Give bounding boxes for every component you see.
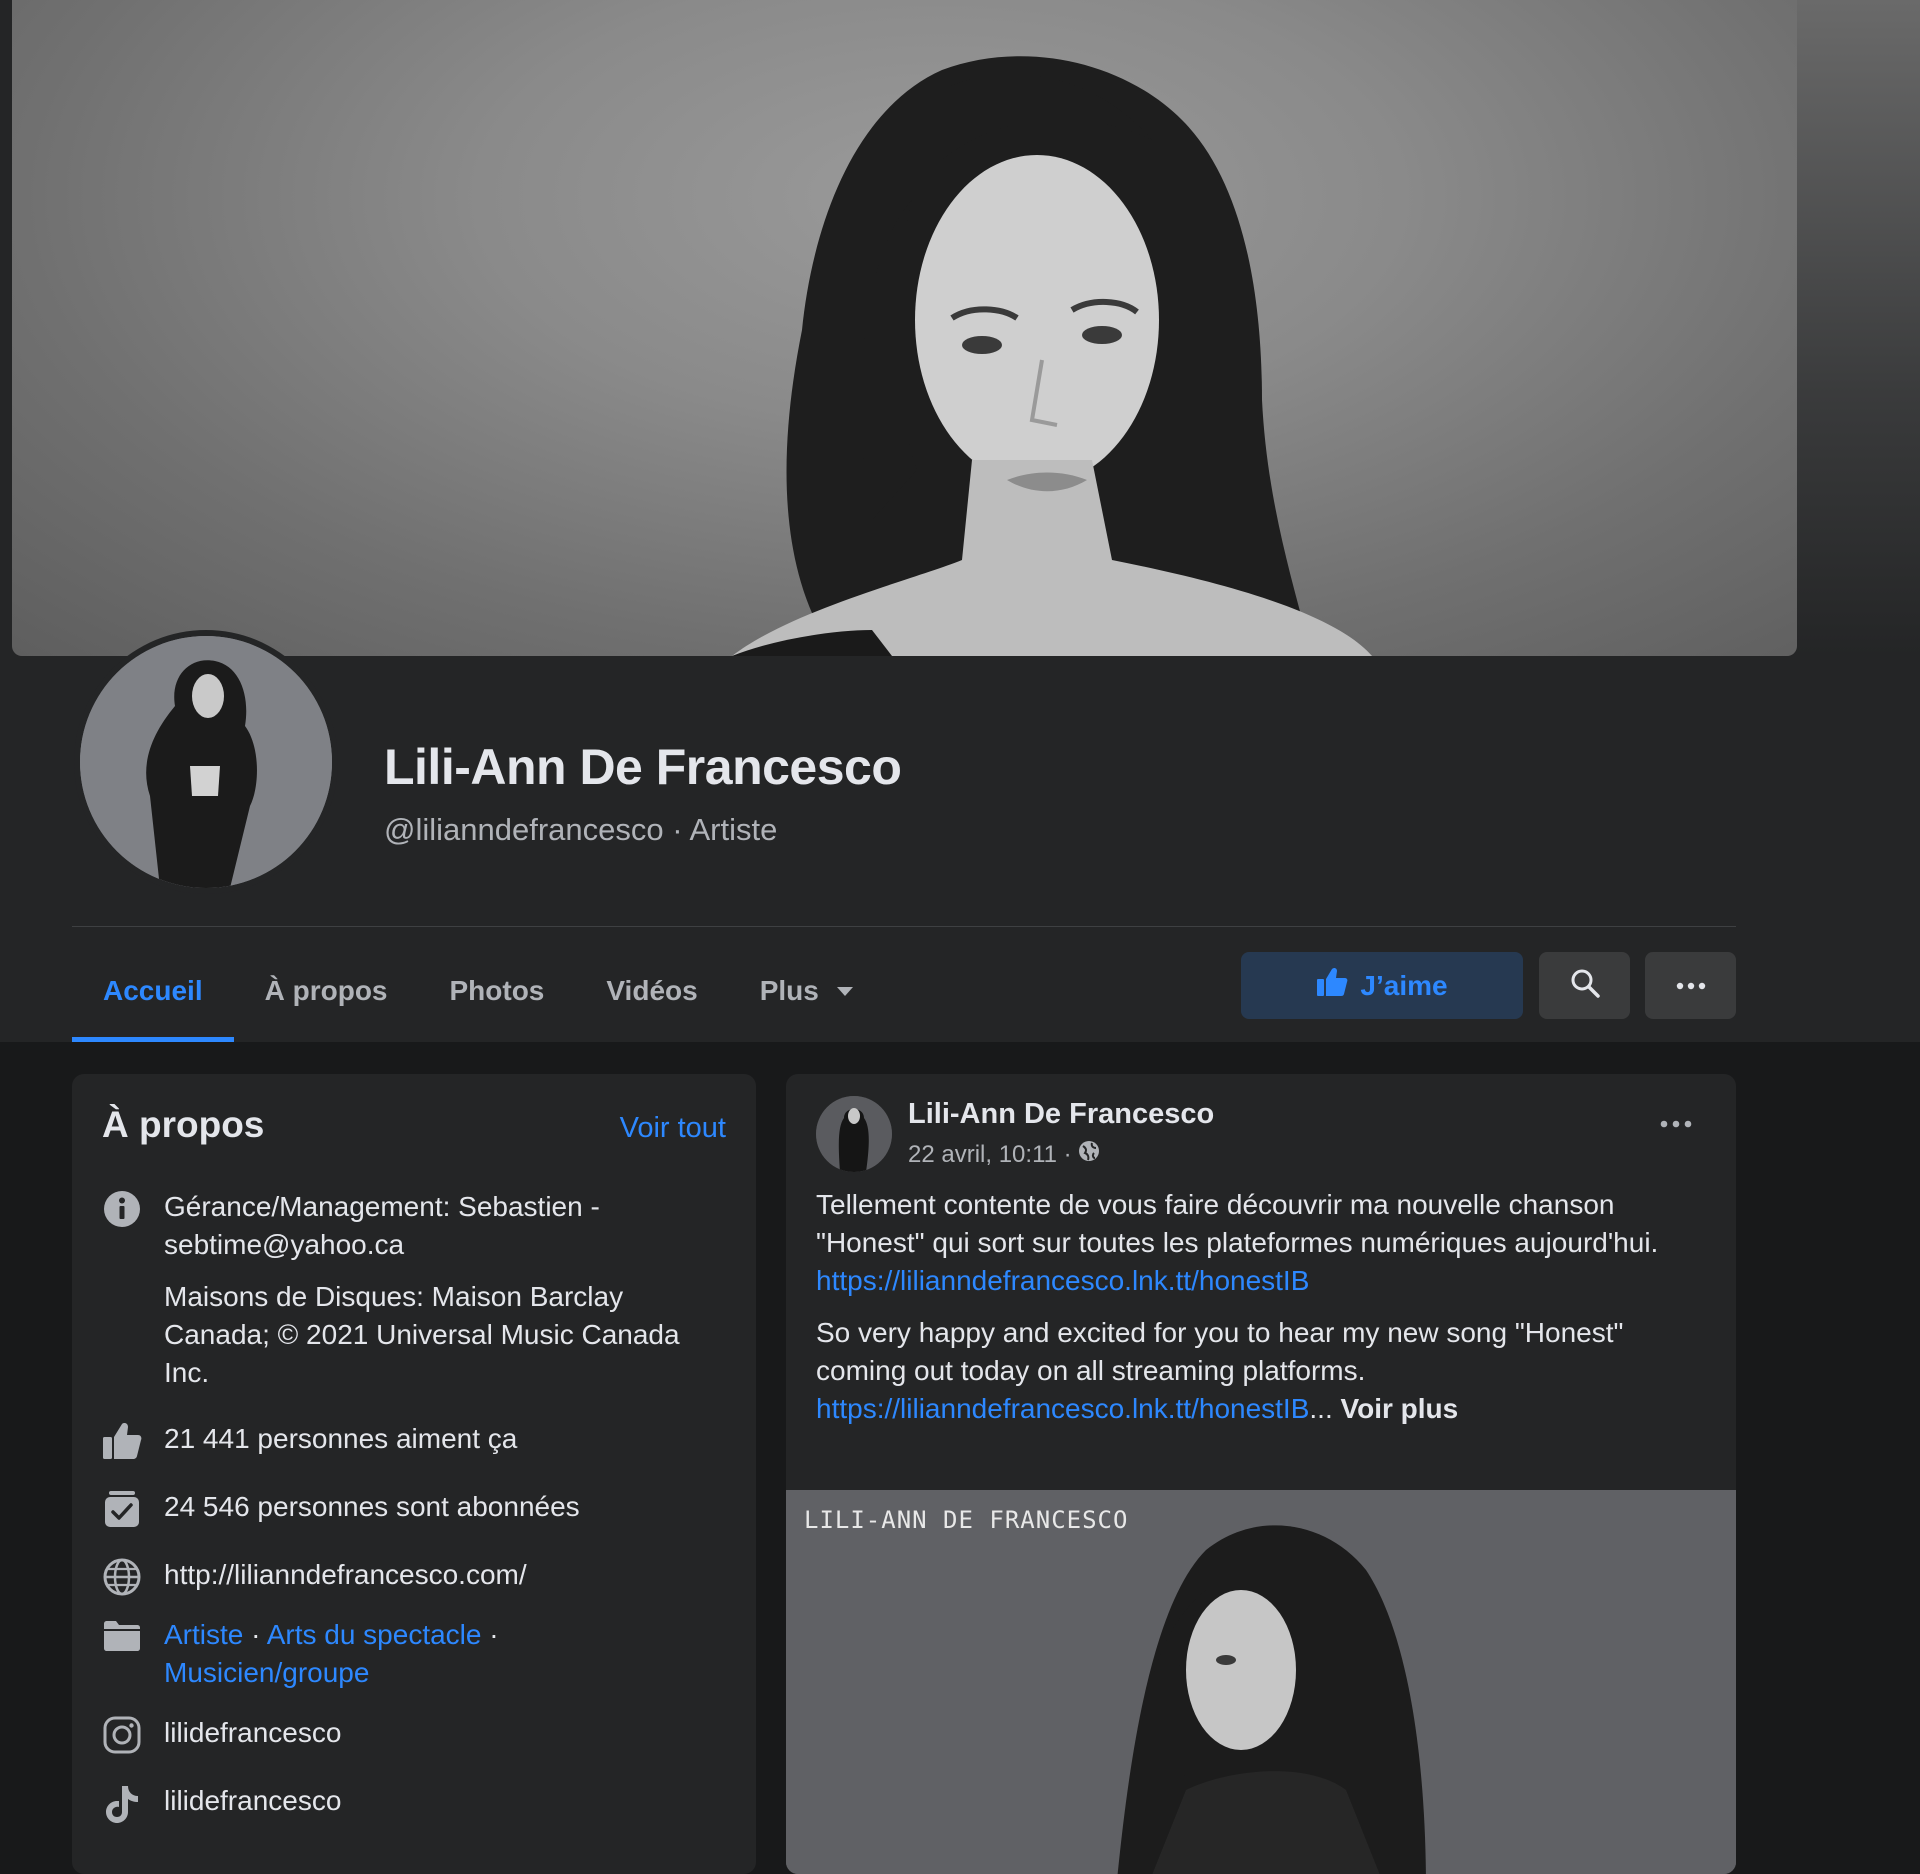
post-image[interactable]: LILI-ANN DE FRANCESCO — [786, 1490, 1736, 1874]
like-label: J’aime — [1360, 969, 1448, 1001]
cover-portrait — [732, 56, 1372, 656]
page-handle: @lilianndefrancesco · Artiste — [384, 812, 778, 847]
folder-icon — [102, 1616, 142, 1656]
post-card: Lili-Ann De Francesco 22 avril, 10:11 · … — [786, 1074, 1736, 1874]
category-list: Artiste · Arts du spectacle · Musicien/g… — [164, 1616, 499, 1692]
category-separator: · — [481, 1619, 499, 1650]
category-artiste[interactable]: Artiste — [164, 1619, 243, 1650]
post-meta: 22 avril, 10:11 · — [908, 1140, 1100, 1169]
tab-label: Vidéos — [606, 975, 698, 1006]
search-icon — [1570, 968, 1600, 1003]
about-website-row: http://lilianndefrancesco.com/ — [102, 1556, 722, 1596]
instagram-icon — [102, 1714, 142, 1754]
tab-label: Photos — [449, 975, 545, 1006]
thumbs-up-icon — [102, 1420, 142, 1460]
like-button[interactable]: J’aime — [1241, 952, 1523, 1019]
cover-photo[interactable] — [12, 0, 1797, 656]
more-horizontal-icon — [1676, 977, 1706, 995]
management-text: Gérance/Management: Sebastien - sebtime@… — [164, 1191, 600, 1260]
instagram-link[interactable]: lilidefrancesco — [164, 1714, 341, 1754]
website-link[interactable]: http://lilianndefrancesco.com/ — [164, 1556, 527, 1596]
tiktok-link[interactable]: lilidefrancesco — [164, 1782, 341, 1822]
post-link-fr[interactable]: https://lilianndefrancesco.lnk.tt/honest… — [816, 1265, 1309, 1296]
see-all-link[interactable]: Voir tout — [620, 1112, 726, 1145]
post-author-avatar[interactable] — [816, 1096, 892, 1172]
post-author-name[interactable]: Lili-Ann De Francesco — [908, 1098, 1214, 1131]
about-instagram-row: lilidefrancesco — [102, 1714, 722, 1754]
post-link-en[interactable]: https://lilianndefrancesco.lnk.tt/honest… — [816, 1393, 1309, 1424]
followers-count: 24 546 personnes sont abonnées — [164, 1491, 580, 1522]
category-musicien-groupe[interactable]: Musicien/groupe — [164, 1657, 369, 1688]
about-info-row: Gérance/Management: Sebastien - sebtime@… — [102, 1188, 722, 1392]
about-followers-row: 24 546 personnes sont abonnées — [102, 1488, 722, 1528]
header-divider — [72, 926, 1736, 927]
category-separator: · — [243, 1619, 267, 1650]
search-button[interactable] — [1539, 952, 1630, 1019]
tab-a-propos[interactable]: À propos — [234, 940, 419, 1042]
post-body: Tellement contente de vous faire découvr… — [816, 1186, 1706, 1442]
tab-videos[interactable]: Vidéos — [575, 940, 728, 1042]
tab-label: Accueil — [103, 975, 203, 1006]
more-horizontal-icon — [1660, 1115, 1692, 1133]
post-options-button[interactable] — [1646, 1104, 1706, 1144]
thumbs-up-icon — [1316, 967, 1348, 1004]
page-title: Lili-Ann De Francesco — [384, 739, 902, 795]
see-more-button[interactable]: Voir plus — [1341, 1393, 1459, 1424]
post-text-fr: Tellement contente de vous faire découvr… — [816, 1189, 1659, 1258]
tab-photos[interactable]: Photos — [419, 940, 576, 1042]
about-category-row: Artiste · Arts du spectacle · Musicien/g… — [102, 1616, 722, 1692]
category-arts-du-spectacle[interactable]: Arts du spectacle — [267, 1619, 482, 1650]
album-cover-text: LILI-ANN DE FRANCESCO — [804, 1506, 1129, 1534]
caret-down-icon — [836, 986, 853, 996]
likes-count: 21 441 personnes aiment ça — [164, 1423, 518, 1454]
post-ellipsis: ... — [1309, 1393, 1333, 1424]
tab-label: Plus — [759, 975, 819, 1006]
more-options-button[interactable] — [1645, 952, 1736, 1019]
tab-plus[interactable]: Plus — [729, 940, 884, 1042]
about-title: À propos — [102, 1104, 265, 1145]
about-likes-row: 21 441 personnes aiment ça — [102, 1420, 722, 1460]
post-text-en: So very happy and excited for you to hea… — [816, 1317, 1624, 1386]
info-icon — [102, 1188, 142, 1228]
tab-label: À propos — [264, 975, 388, 1006]
labels-text: Maisons de Disques: Maison Barclay Canad… — [164, 1281, 680, 1388]
profile-avatar[interactable] — [74, 630, 338, 894]
profile-picture — [80, 636, 332, 888]
followers-check-icon — [102, 1488, 142, 1528]
post-date[interactable]: 22 avril, 10:11 · — [908, 1141, 1072, 1169]
tiktok-icon — [102, 1782, 142, 1823]
page-tabs: Accueil À propos Photos Vidéos Plus — [72, 940, 884, 1042]
tab-accueil[interactable]: Accueil — [72, 940, 234, 1042]
about-tiktok-row: lilidefrancesco — [102, 1782, 722, 1823]
globe-icon — [1078, 1140, 1100, 1169]
cover-edge — [1797, 0, 1920, 656]
globe-icon — [102, 1556, 142, 1596]
about-card: À propos Voir tout Gérance/Management: S… — [72, 1074, 756, 1874]
